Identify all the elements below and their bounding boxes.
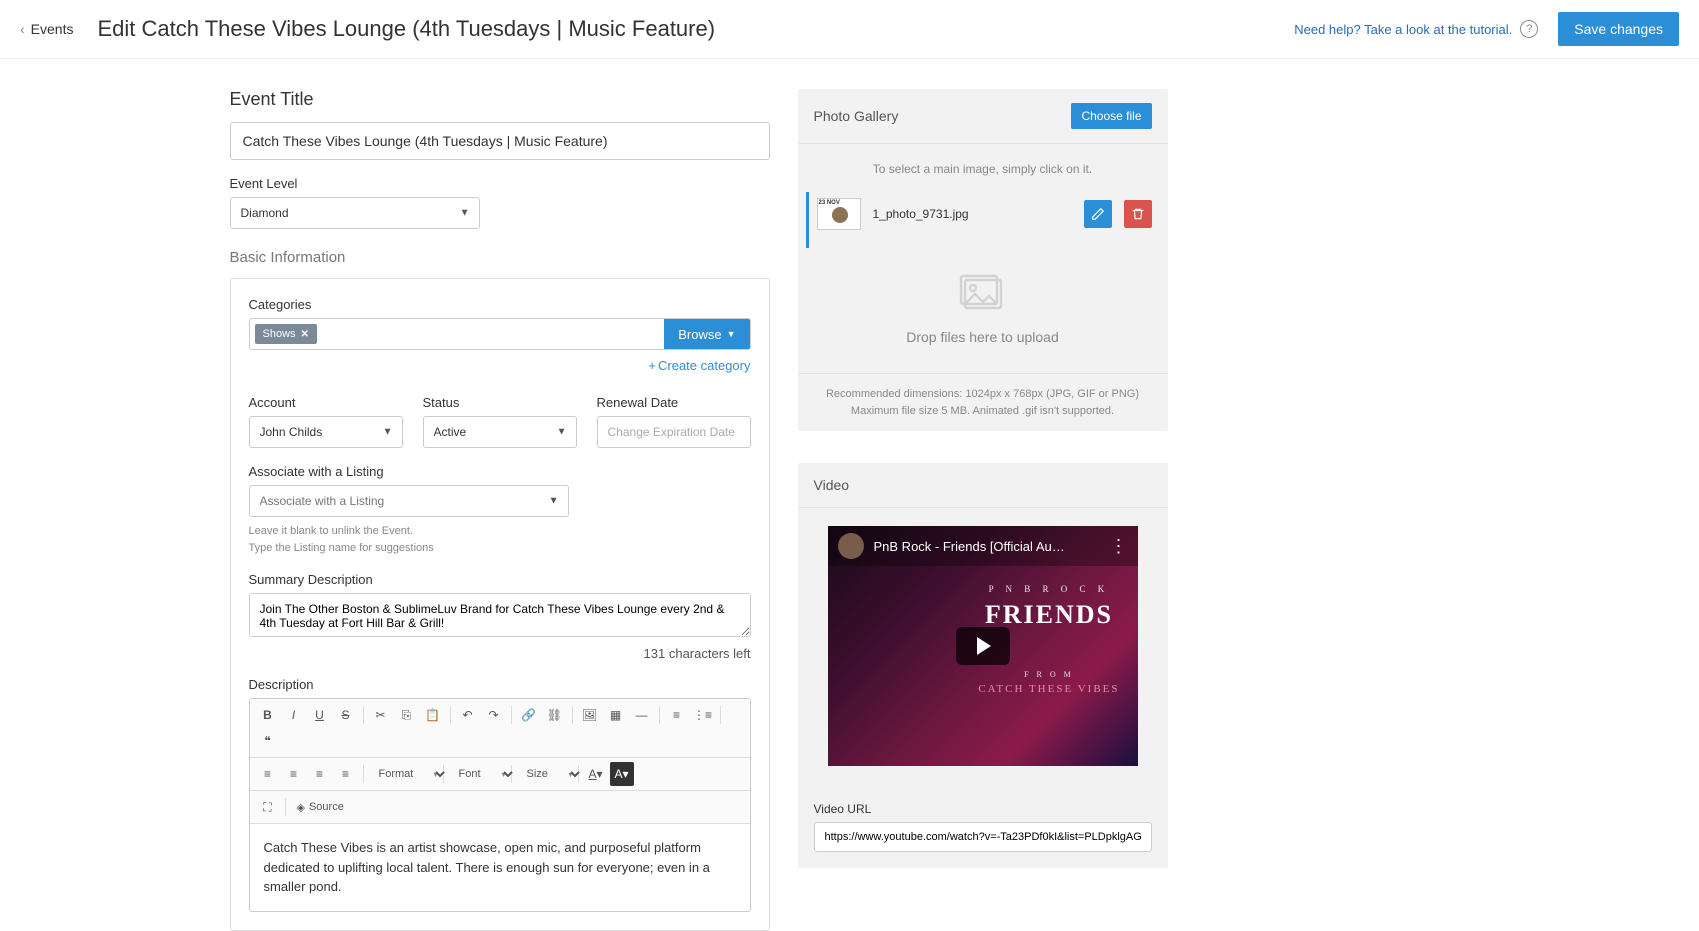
editor-toolbar-row2: ≡ ≡ ≡ ≡ Format▾ Font▾ Size▾ A▾ A▾: [250, 758, 750, 791]
back-label: Events: [31, 21, 74, 37]
copy-icon[interactable]: ⎘: [395, 703, 419, 727]
maximize-icon[interactable]: ⛶: [256, 795, 280, 819]
youtube-title: PnB Rock - Friends [Official Au…: [874, 539, 1100, 554]
gallery-file-row[interactable]: 23 NOV 1_photo_9731.jpg: [806, 192, 1152, 248]
source-icon: ◈: [297, 801, 305, 814]
event-level-select[interactable]: Diamond: [230, 197, 480, 229]
event-level-label: Event Level: [230, 176, 770, 191]
back-link[interactable]: ‹ Events: [20, 21, 73, 37]
topbar: ‹ Events Edit Catch These Vibes Lounge (…: [0, 0, 1699, 59]
image-placeholder-icon: [959, 274, 1007, 314]
size-select[interactable]: Size: [517, 764, 583, 784]
save-button[interactable]: Save changes: [1558, 12, 1679, 46]
description-editor: B I U S ✂ ⎘ 📋 ↶ ↷ 🔗 ⛓ 🖼 ▦: [249, 698, 751, 912]
associate-listing-input[interactable]: [249, 485, 569, 517]
basic-info-panel: Categories Shows ✕ Browse ▼ +Create cate…: [230, 278, 770, 931]
youtube-menu-icon[interactable]: ⋮: [1110, 536, 1128, 557]
album-art-text: P N B R O C K FRIENDS F R O M CATCH THES…: [978, 584, 1119, 695]
event-title-heading: Event Title: [230, 89, 770, 110]
status-select[interactable]: Active: [423, 416, 577, 448]
align-left-icon[interactable]: ≡: [256, 762, 280, 786]
photo-gallery-panel: Photo Gallery Choose file To select a ma…: [798, 89, 1168, 431]
summary-char-count: 131 characters left: [249, 646, 751, 661]
summary-label: Summary Description: [249, 572, 751, 587]
italic-icon[interactable]: I: [282, 703, 306, 727]
video-url-input[interactable]: [814, 822, 1152, 852]
browse-button[interactable]: Browse ▼: [664, 319, 749, 349]
associate-label: Associate with a Listing: [249, 464, 751, 479]
video-url-label: Video URL: [798, 802, 1168, 816]
unlink-icon[interactable]: ⛓: [543, 703, 567, 727]
page-title: Edit Catch These Vibes Lounge (4th Tuesd…: [97, 16, 1294, 42]
image-icon[interactable]: 🖼: [578, 703, 602, 727]
editor-toolbar-row1: B I U S ✂ ⎘ 📋 ↶ ↷ 🔗 ⛓ 🖼 ▦: [250, 699, 750, 758]
video-panel: Video PnB Rock - Friends [Official Au… ⋮…: [798, 463, 1168, 868]
align-center-icon[interactable]: ≡: [282, 762, 306, 786]
choose-file-button[interactable]: Choose file: [1071, 103, 1151, 129]
hr-icon[interactable]: —: [630, 703, 654, 727]
align-right-icon[interactable]: ≡: [308, 762, 332, 786]
category-tags[interactable]: Shows ✕: [250, 319, 665, 349]
source-button[interactable]: ◈ Source: [291, 798, 350, 817]
renewal-date-input[interactable]: [597, 416, 751, 448]
video-heading: Video: [814, 477, 850, 493]
help-link[interactable]: Need help? Take a look at the tutorial.: [1294, 22, 1512, 37]
bg-color-icon[interactable]: A▾: [610, 762, 634, 786]
event-title-input[interactable]: [230, 122, 770, 160]
help-icon[interactable]: ?: [1520, 20, 1538, 38]
youtube-avatar: [838, 533, 864, 559]
gallery-hint: To select a main image, simply click on …: [814, 162, 1152, 176]
quote-icon[interactable]: ❝: [256, 729, 280, 753]
account-label: Account: [249, 395, 403, 410]
redo-icon[interactable]: ↷: [482, 703, 506, 727]
gallery-file-name: 1_photo_9731.jpg: [873, 207, 1072, 221]
create-category-link[interactable]: +Create category: [648, 358, 750, 373]
remove-tag-icon[interactable]: ✕: [301, 329, 309, 340]
align-justify-icon[interactable]: ≡: [334, 762, 358, 786]
summary-textarea[interactable]: [249, 593, 751, 637]
basic-info-heading: Basic Information: [230, 249, 770, 266]
table-icon[interactable]: ▦: [604, 703, 628, 727]
video-embed[interactable]: PnB Rock - Friends [Official Au… ⋮ P N B…: [828, 526, 1138, 766]
drop-zone[interactable]: Drop files here to upload: [814, 258, 1152, 355]
cut-icon[interactable]: ✂: [369, 703, 393, 727]
chevron-left-icon: ‹: [20, 21, 25, 37]
categories-field: Shows ✕ Browse ▼: [249, 318, 751, 350]
delete-image-button[interactable]: [1124, 200, 1152, 228]
editor-toolbar-row3: ⛶ ◈ Source: [250, 791, 750, 824]
renewal-label: Renewal Date: [597, 395, 751, 410]
plus-icon: +: [648, 358, 656, 373]
edit-image-button[interactable]: [1084, 200, 1112, 228]
ol-icon[interactable]: ≡: [665, 703, 689, 727]
gallery-thumbnail[interactable]: 23 NOV: [817, 198, 861, 230]
strike-icon[interactable]: S: [334, 703, 358, 727]
drop-text: Drop files here to upload: [814, 329, 1152, 345]
category-tag: Shows ✕: [255, 324, 317, 344]
bold-icon[interactable]: B: [256, 703, 280, 727]
description-body[interactable]: Catch These Vibes is an artist showcase,…: [250, 824, 750, 911]
pencil-icon: [1091, 207, 1105, 221]
trash-icon: [1131, 207, 1145, 221]
chevron-down-icon: ▼: [727, 329, 736, 339]
ul-icon[interactable]: ⋮≡: [691, 703, 715, 727]
link-icon[interactable]: 🔗: [517, 703, 541, 727]
gallery-reco: Recommended dimensions: 1024px x 768px (…: [798, 373, 1168, 431]
account-select[interactable]: John Childs: [249, 416, 403, 448]
status-label: Status: [423, 395, 577, 410]
underline-icon[interactable]: U: [308, 703, 332, 727]
description-label: Description: [249, 677, 751, 692]
font-select[interactable]: Font: [449, 764, 516, 784]
text-color-icon[interactable]: A▾: [584, 762, 608, 786]
gallery-heading: Photo Gallery: [814, 108, 899, 124]
categories-label: Categories: [249, 297, 751, 312]
undo-icon[interactable]: ↶: [456, 703, 480, 727]
format-select[interactable]: Format: [369, 764, 448, 784]
associate-help: Leave it blank to unlink the Event. Type…: [249, 523, 751, 556]
paste-icon[interactable]: 📋: [421, 703, 445, 727]
